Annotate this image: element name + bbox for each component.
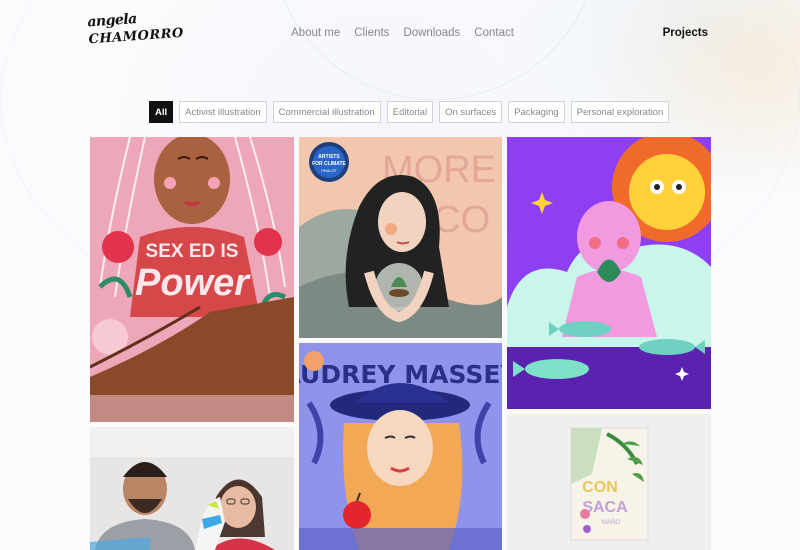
gallery-tile-more-eco[interactable]: MORE ECO ARTISTS FOR CLIMATE FINALIST [299,137,502,338]
logo[interactable]: angela CHAMORRO [87,11,185,58]
nav-downloads[interactable]: Downloads [403,27,460,39]
gallery-tile-sun-fish[interactable] [507,137,711,409]
gallery-tile-audrey-massey[interactable]: AUDREY MASSEY [299,343,502,550]
category-filters: All Activist illustration Commercial ill… [149,101,670,123]
tile-text-con: CON [582,479,618,496]
logo-line-2: CHAMORRO [88,25,185,48]
gallery-tile-book[interactable]: CON SACA MAÑO [507,414,711,550]
filter-editorial[interactable]: Editorial [386,101,434,123]
filter-activist-illustration[interactable]: Activist illustration [179,101,267,123]
nav-about-me[interactable]: About me [291,27,340,39]
book-photo: CON SACA MAÑO [507,414,711,550]
nav-projects[interactable]: Projects [663,27,708,39]
background-arc [270,0,600,100]
gallery-tile-sneakers-photo[interactable] [90,427,294,550]
audrey-massey-illustration: AUDREY MASSEY [299,343,502,550]
gallery-tile-sex-ed-is-power[interactable]: SEX ED IS Power [90,137,294,422]
filter-commercial-illustration[interactable]: Commercial illustration [272,101,381,123]
badge-line-2: FOR CLIMATE [312,161,346,167]
sun-fish-illustration [507,137,711,409]
nav-clients[interactable]: Clients [354,27,389,39]
main-nav: About me Clients Downloads Contact [291,27,514,39]
filter-on-surfaces[interactable]: On surfaces [439,101,503,123]
filter-packaging[interactable]: Packaging [508,101,565,123]
more-eco-illustration: MORE ECO ARTISTS FOR CLIMATE FINALIST [299,137,502,338]
sex-ed-illustration: SEX ED IS Power [90,137,294,422]
badge-line-3: FINALIST [321,169,337,173]
badge-line-1: ARTISTS [318,154,340,160]
tile-text-power: Power [135,262,251,304]
filter-all[interactable]: All [149,101,174,123]
filter-personal-exploration[interactable]: Personal exploration [570,101,670,123]
nav-contact[interactable]: Contact [474,27,514,39]
tile-text-mano: MAÑO [602,519,620,526]
sneakers-photo [90,427,294,550]
tile-text-sex-ed: SEX ED IS [146,241,239,262]
